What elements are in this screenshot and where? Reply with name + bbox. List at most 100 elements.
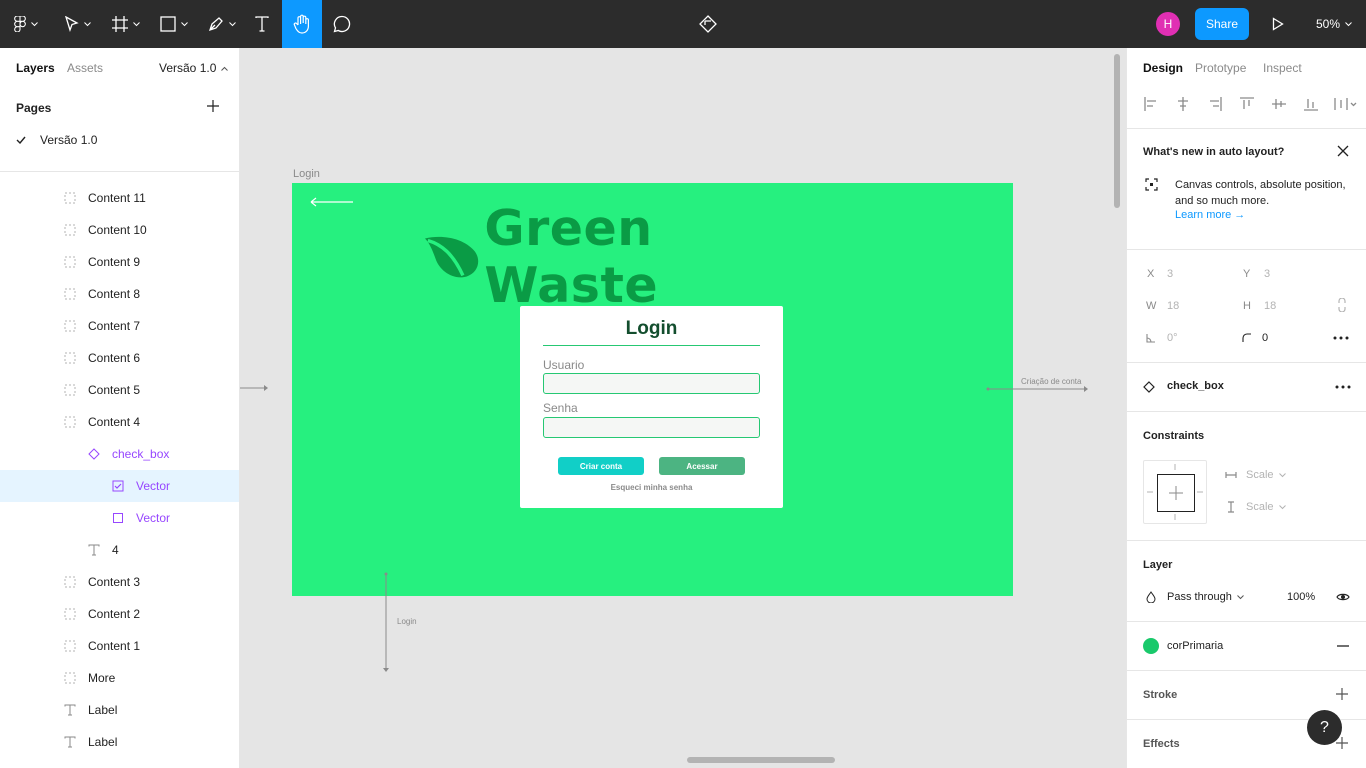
create-account-button[interactable]: Criar conta: [558, 457, 644, 475]
layer-row[interactable]: Content 10: [0, 214, 239, 246]
align-right-icon[interactable]: [1207, 96, 1223, 112]
canvas[interactable]: Login Green Waste Login Usuario Senha Cr…: [240, 48, 1126, 768]
left-panel-tabs: Layers Assets Versão 1.0: [0, 48, 240, 88]
align-vertical-center-icon[interactable]: [1271, 96, 1287, 112]
learn-more-link[interactable]: Learn more →: [1175, 209, 1245, 221]
layer-label: Content 5: [88, 383, 141, 397]
layer-row[interactable]: 4: [0, 534, 239, 566]
page-selector[interactable]: Versão 1.0: [159, 61, 229, 75]
frame-label[interactable]: Login: [293, 168, 320, 180]
auto-layout-icon: [1145, 178, 1158, 191]
fill-style-name[interactable]: corPrimaria: [1167, 640, 1223, 652]
access-button[interactable]: Acessar: [659, 457, 745, 475]
zoom-menu[interactable]: 50%: [1316, 0, 1352, 48]
h-field[interactable]: 18: [1264, 300, 1276, 312]
tab-design[interactable]: Design: [1143, 61, 1183, 75]
corner-radius-field[interactable]: 0: [1262, 332, 1268, 344]
layer-row[interactable]: Content 4: [0, 406, 239, 438]
connector-label-right: Criação de conta: [1021, 377, 1082, 386]
more-options-icon[interactable]: [1333, 336, 1349, 340]
blend-mode-icon: [1146, 591, 1156, 603]
help-button[interactable]: ?: [1307, 710, 1342, 745]
component-swap-button[interactable]: [696, 0, 720, 48]
layer-row[interactable]: check_box: [0, 438, 239, 470]
password-label: Senha: [543, 401, 578, 415]
tab-assets[interactable]: Assets: [67, 61, 103, 75]
page-item-versao-1-0[interactable]: Versão 1.0: [16, 132, 226, 148]
pen-tool-button[interactable]: [204, 0, 240, 48]
more-options-icon[interactable]: [1335, 385, 1351, 389]
chevron-down-icon: [1345, 21, 1352, 26]
y-field[interactable]: 3: [1264, 268, 1270, 280]
layer-label: Content 9: [88, 255, 141, 269]
layer-row[interactable]: Label: [0, 726, 239, 758]
align-horizontal-center-icon[interactable]: [1175, 96, 1191, 112]
layer-row[interactable]: Content 7: [0, 310, 239, 342]
layer-row[interactable]: Vector: [0, 502, 239, 534]
eye-icon[interactable]: [1336, 592, 1350, 602]
layer-row[interactable]: Content 11: [0, 182, 239, 214]
text-icon: [88, 544, 100, 556]
layer-label: Content 11: [88, 191, 146, 205]
user-input[interactable]: [543, 373, 760, 394]
vector-empty-icon: [112, 512, 124, 524]
plus-icon[interactable]: [1336, 688, 1348, 700]
fill-color-swatch[interactable]: [1143, 638, 1159, 654]
opacity-field[interactable]: 100%: [1287, 591, 1315, 603]
component-name[interactable]: check_box: [1167, 380, 1224, 392]
login-frame[interactable]: Green Waste Login Usuario Senha Criar co…: [292, 183, 1013, 596]
constraints-title: Constraints: [1143, 430, 1205, 442]
chevron-down-icon: [133, 21, 140, 26]
layer-row[interactable]: Content 6: [0, 342, 239, 374]
layer-row[interactable]: Content 2: [0, 598, 239, 630]
incoming-connector-arrow: [240, 385, 268, 391]
frame-tool-button[interactable]: [108, 0, 144, 48]
user-avatar[interactable]: H: [1156, 12, 1180, 36]
layer-row[interactable]: Vector: [0, 470, 239, 502]
blend-mode-select[interactable]: Pass through: [1167, 591, 1244, 603]
tab-layers[interactable]: Layers: [16, 61, 55, 75]
horizontal-constraint-select[interactable]: Scale: [1246, 469, 1286, 481]
align-top-icon[interactable]: [1239, 96, 1255, 112]
layer-row[interactable]: Label: [0, 694, 239, 726]
vertical-constraint-select[interactable]: Scale: [1246, 501, 1286, 513]
move-tool-button[interactable]: [60, 0, 96, 48]
close-icon[interactable]: [1337, 145, 1349, 157]
layer-row[interactable]: More: [0, 662, 239, 694]
tab-prototype[interactable]: Prototype: [1195, 61, 1246, 75]
layer-row[interactable]: Content 8: [0, 278, 239, 310]
arrow-left-icon[interactable]: [310, 197, 354, 207]
layer-row[interactable]: Content 3: [0, 566, 239, 598]
minus-icon[interactable]: [1337, 645, 1349, 647]
vertical-scrollbar[interactable]: [1114, 54, 1120, 208]
shape-tool-button[interactable]: [156, 0, 192, 48]
constrain-proportions-icon[interactable]: [1338, 298, 1346, 312]
chevron-down-icon: [1278, 472, 1286, 477]
share-button[interactable]: Share: [1195, 8, 1249, 40]
blend-mode-value: Pass through: [1167, 591, 1232, 603]
rotation-field[interactable]: 0°: [1167, 332, 1178, 344]
constraint-widget[interactable]: [1143, 460, 1207, 524]
chevron-down-icon: [1236, 594, 1244, 599]
text-tool-button[interactable]: [250, 0, 274, 48]
distribute-spacing-icon[interactable]: [1333, 96, 1359, 112]
chevron-down-icon: [229, 21, 236, 26]
horizontal-scrollbar[interactable]: [687, 757, 835, 763]
password-input[interactable]: [543, 417, 760, 438]
forgot-password-link[interactable]: Esqueci minha senha: [520, 483, 783, 492]
vertical-constraint-icon: [1228, 501, 1234, 513]
hand-tool-button[interactable]: [282, 0, 322, 48]
add-page-button[interactable]: [206, 99, 220, 118]
w-field[interactable]: 18: [1167, 300, 1179, 312]
tab-inspect[interactable]: Inspect: [1263, 61, 1302, 75]
x-field[interactable]: 3: [1167, 268, 1173, 280]
layer-row[interactable]: Content 5: [0, 374, 239, 406]
layer-row[interactable]: Content 1: [0, 630, 239, 662]
main-menu-button[interactable]: [8, 0, 44, 48]
layer-row[interactable]: Content 9: [0, 246, 239, 278]
logo: Green Waste: [424, 200, 834, 314]
align-left-icon[interactable]: [1143, 96, 1159, 112]
present-button[interactable]: [1268, 0, 1288, 48]
comment-tool-button[interactable]: [330, 0, 354, 48]
align-bottom-icon[interactable]: [1303, 96, 1319, 112]
